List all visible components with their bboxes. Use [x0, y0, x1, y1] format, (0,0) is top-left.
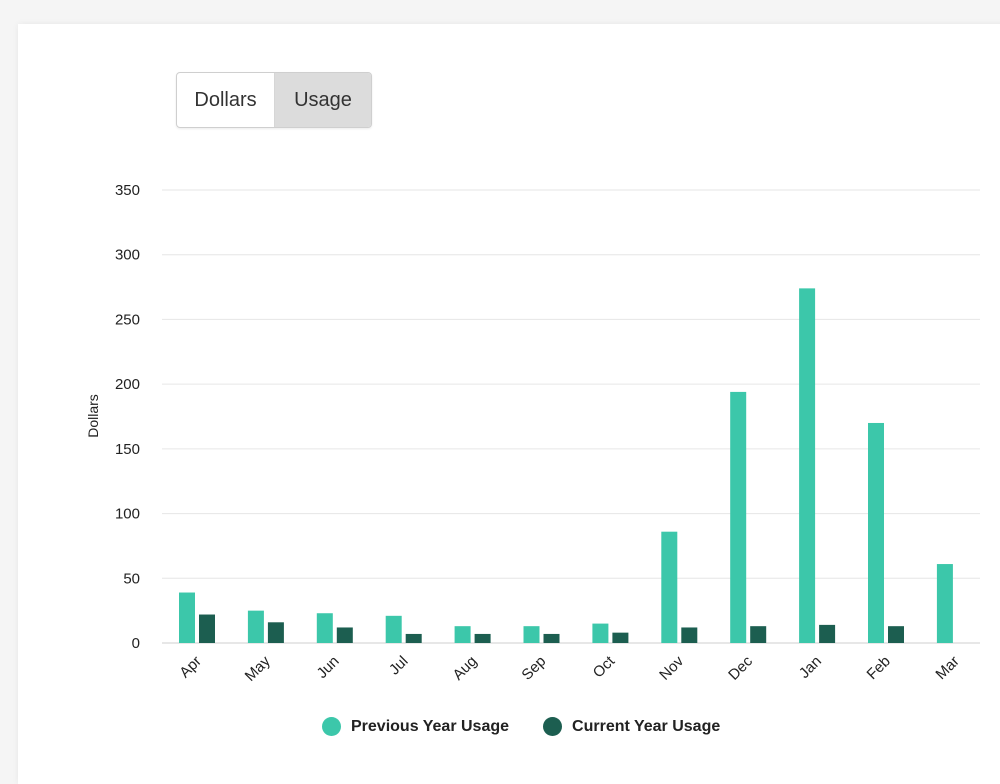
y-axis-label: Dollars — [85, 394, 101, 438]
legend-item-previous[interactable]: Previous Year Usage — [322, 717, 509, 736]
bar-previous-apr — [179, 592, 195, 643]
bar-current-nov — [681, 627, 698, 643]
bars — [179, 288, 953, 643]
x-tick-label: Jun — [314, 653, 343, 682]
bar-current-jul — [405, 633, 422, 643]
y-axis-ticks: 0 50 100 150 200 250 300 350 — [115, 182, 140, 652]
y-tick-label: 150 — [115, 441, 140, 458]
bar-chart: 0 50 100 150 200 250 300 350 Dollars Apr May Jun J… — [85, 182, 980, 685]
x-tick-label: Sep — [518, 653, 549, 684]
legend-item-current[interactable]: Current Year Usage — [543, 717, 720, 736]
x-tick-label: Oct — [590, 652, 619, 681]
bar-previous-jul — [385, 615, 402, 643]
x-tick-label: Dec — [725, 652, 756, 683]
bar-previous-may — [247, 610, 264, 643]
grid-lines — [162, 189, 980, 644]
bar-current-apr — [199, 614, 215, 643]
bar-previous-jun — [316, 613, 333, 643]
legend-label-current: Current Year Usage — [572, 717, 721, 735]
bar-previous-aug — [454, 626, 471, 643]
bar-current-feb — [888, 626, 904, 643]
bar-current-dec — [750, 626, 767, 643]
legend-label-previous: Previous Year Usage — [351, 717, 510, 735]
x-tick-label: May — [242, 652, 274, 684]
y-tick-label: 350 — [115, 182, 140, 199]
x-tick-label: Nov — [656, 652, 687, 683]
legend-marker-previous — [322, 717, 341, 736]
y-tick-label: 100 — [115, 506, 140, 523]
bar-current-aug — [474, 633, 491, 643]
bar-previous-feb — [868, 422, 884, 643]
bar-current-may — [267, 622, 284, 643]
y-tick-label: 300 — [115, 247, 140, 264]
bar-current-jan — [819, 624, 836, 643]
x-axis-ticks: Apr May Jun Jul Aug Sep Oct Nov Dec Jan Feb Mar — [176, 652, 962, 685]
bar-previous-mar — [936, 564, 953, 643]
x-tick-label: Jul — [386, 653, 412, 679]
x-tick-label: Apr — [176, 653, 205, 682]
bar-current-jun — [336, 627, 353, 643]
legend-marker-current — [543, 717, 563, 736]
x-tick-label: Feb — [864, 653, 894, 683]
y-tick-label: 0 — [132, 635, 140, 652]
bar-previous-jan — [799, 288, 816, 643]
bar-previous-nov — [661, 531, 678, 643]
y-tick-label: 250 — [115, 311, 140, 328]
bar-previous-sep — [523, 626, 540, 643]
x-tick-label: Mar — [932, 653, 962, 683]
bar-current-oct — [612, 632, 629, 643]
y-tick-label: 50 — [123, 570, 140, 587]
bar-previous-dec — [730, 391, 747, 643]
bar-current-sep — [543, 633, 560, 643]
bar-previous-oct — [592, 623, 609, 643]
y-tick-label: 200 — [115, 376, 140, 393]
x-tick-label: Aug — [450, 653, 481, 684]
legend: Previous Year Usage Current Year Usage — [322, 717, 754, 736]
x-tick-label: Jan — [796, 653, 825, 682]
